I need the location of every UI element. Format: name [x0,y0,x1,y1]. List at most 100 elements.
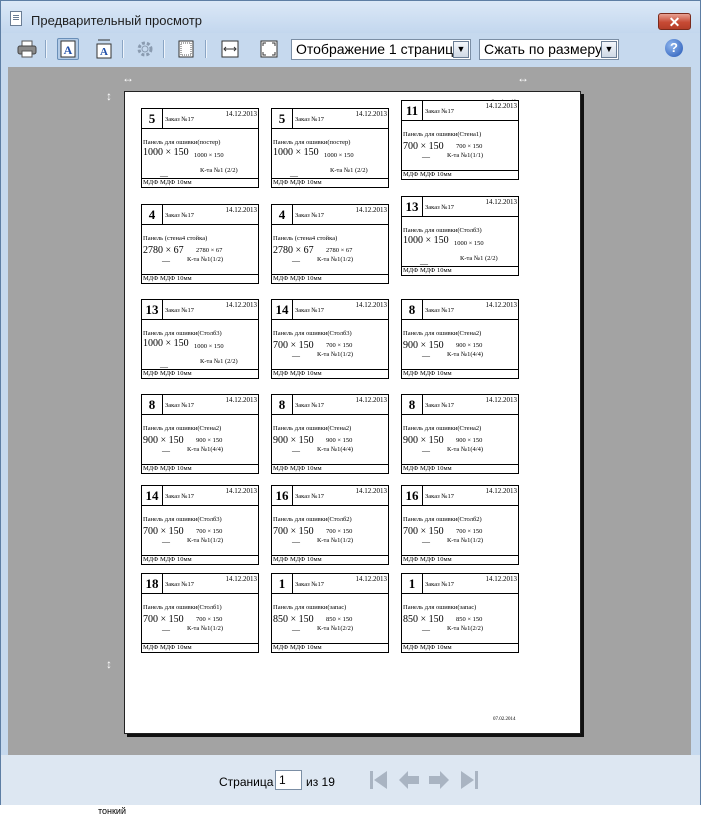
page-label: Страница [219,775,274,789]
panel-size: 900 × 150 [403,340,444,351]
label-dash: — [160,171,168,180]
kit-text: К-та №1 (2/2) [330,167,368,174]
label-card: 1 Заказ №17 14.12.2013 Панель для ошивки(за… [401,573,519,653]
panel-size-small: 700 × 150 [456,528,483,535]
panel-name: Панель для ошивки(Столб1) [143,604,222,611]
kit-text: К-та №1(1/2) [317,351,354,358]
label-number: 13 [142,300,163,319]
label-date: 14.12.2013 [355,396,388,404]
label-divider [142,414,258,415]
material-text: МДФ МДФ 10мм [273,644,322,651]
panel-size: 700 × 150 [403,141,444,152]
panel-name: Панель для ошивки(Стена1) [403,131,482,138]
label-dash: — [292,625,300,634]
label-dash: — [292,256,300,265]
whole-page-button[interactable] [258,38,280,60]
panel-size-small: 900 × 150 [196,437,223,444]
material-text: МДФ МДФ 10мм [403,370,452,377]
kit-text: К-та №1(4/4) [447,446,484,453]
kit-text: К-та №1(1/2) [317,537,354,544]
preview-page: Стр. 1 из 19 5Заказ №1714.12.2013Панель … [124,91,581,734]
whole-page-icon [260,40,278,58]
panel-size-small: 2780 × 67 [326,247,353,254]
panel-size-small: 700 × 150 [196,528,223,535]
kit-text: К-та №1(2/2) [317,625,354,632]
panel-size: 2780 × 67 [273,245,314,256]
label-date: 14.12.2013 [355,206,388,214]
preview-area[interactable]: ↔ ↔ ↕ ↕ Стр. 1 из 19 5Заказ №1714.12.201… [8,67,691,755]
label-number: 14 [142,486,163,505]
panel-name: Панель для ошивки(Столб3) [403,227,482,234]
margin-handle-bottom[interactable]: ↕ [106,657,112,671]
title-bar[interactable]: Предварительный просмотр ✕ [1,1,700,33]
next-page-icon[interactable] [427,768,451,792]
label-card: 16 Заказ №17 14.12.2013 Панель для ошивки(С… [271,485,389,565]
page-number-input[interactable]: 1 [275,770,302,790]
panel-size-small: 1000 × 150 [324,152,354,159]
fit-page-button[interactable]: A [57,38,79,60]
label-date: 14.12.2013 [485,575,518,583]
material-text: МДФ МДФ 10мм [403,556,452,563]
panel-size-small: 900 × 150 [326,437,353,444]
label-number: 18 [142,574,163,593]
page-width-button[interactable] [219,38,241,60]
label-date: 14.12.2013 [485,198,518,206]
last-page-icon[interactable] [457,768,481,792]
kit-text: К-та №1(1/2) [187,256,224,263]
label-number: 5 [272,109,293,128]
material-text: МДФ МДФ 10мм [273,465,322,472]
margin-handle-left[interactable]: ↔ [122,71,134,85]
label-number: 8 [402,395,423,414]
panel-size-small: 700 × 150 [326,528,353,535]
print-button[interactable] [16,38,38,60]
label-number: 11 [402,101,423,120]
help-button[interactable]: ? [665,39,683,57]
first-page-icon[interactable] [367,768,391,792]
display-mode-select[interactable]: Отображение 1 страницы ▼ [291,39,471,60]
margin-handle-top[interactable]: ↕ [106,89,112,103]
settings-button[interactable] [134,38,156,60]
label-divider [402,505,518,506]
panel-name: Панель для ошивки(запас) [403,604,477,611]
label-dash: — [292,537,300,546]
fit-text-icon: A [96,39,112,59]
label-divider [402,593,518,594]
label-divider [272,128,388,129]
label-divider [272,505,388,506]
panel-size: 1000 × 150 [273,147,319,158]
label-number: 4 [142,205,163,224]
order-number: Заказ №17 [295,581,324,588]
label-dash: — [160,362,168,371]
panel-size-small: 900 × 150 [456,342,483,349]
panel-size: 700 × 150 [403,526,444,537]
label-dash: — [422,625,430,634]
zoom-mode-value: Сжать по размеру [484,41,602,57]
panel-name: Панель (стена4 стойка) [143,235,208,242]
label-date: 14.12.2013 [225,396,258,404]
kit-text: К-та №1(1/2) [187,625,224,632]
page-setup-button[interactable] [175,38,197,60]
panel-size-small: 700 × 150 [196,616,223,623]
label-dash: — [162,625,170,634]
panel-name: Панель для ошивки(Стена2) [403,425,482,432]
material-text: МДФ МДФ 10мм [143,179,192,186]
label-number: 1 [272,574,293,593]
close-button[interactable]: ✕ [658,13,691,30]
label-card: 16 Заказ №17 14.12.2013 Панель для ошивки(С… [401,485,519,565]
margin-handle-right[interactable]: ↔ [517,71,529,85]
panel-size-small: 850 × 150 [326,616,353,623]
kit-text: К-та №1(2/2) [447,625,484,632]
label-number: 16 [402,486,423,505]
panel-size-small: 1000 × 150 [194,343,224,350]
page-setup-icon [178,40,194,58]
zoom-mode-select[interactable]: Сжать по размеру ▼ [479,39,619,60]
label-dash: — [422,537,430,546]
previous-page-icon[interactable] [397,768,421,792]
panel-size-small: 1000 × 150 [454,240,484,247]
material-text: МДФ МДФ 10мм [403,465,452,472]
panel-size: 1000 × 150 [143,338,189,349]
label-dash: — [422,446,430,455]
material-text: МДФ МДФ 10мм [403,644,452,651]
fit-text-button[interactable]: A [93,38,115,60]
label-divider [272,414,388,415]
